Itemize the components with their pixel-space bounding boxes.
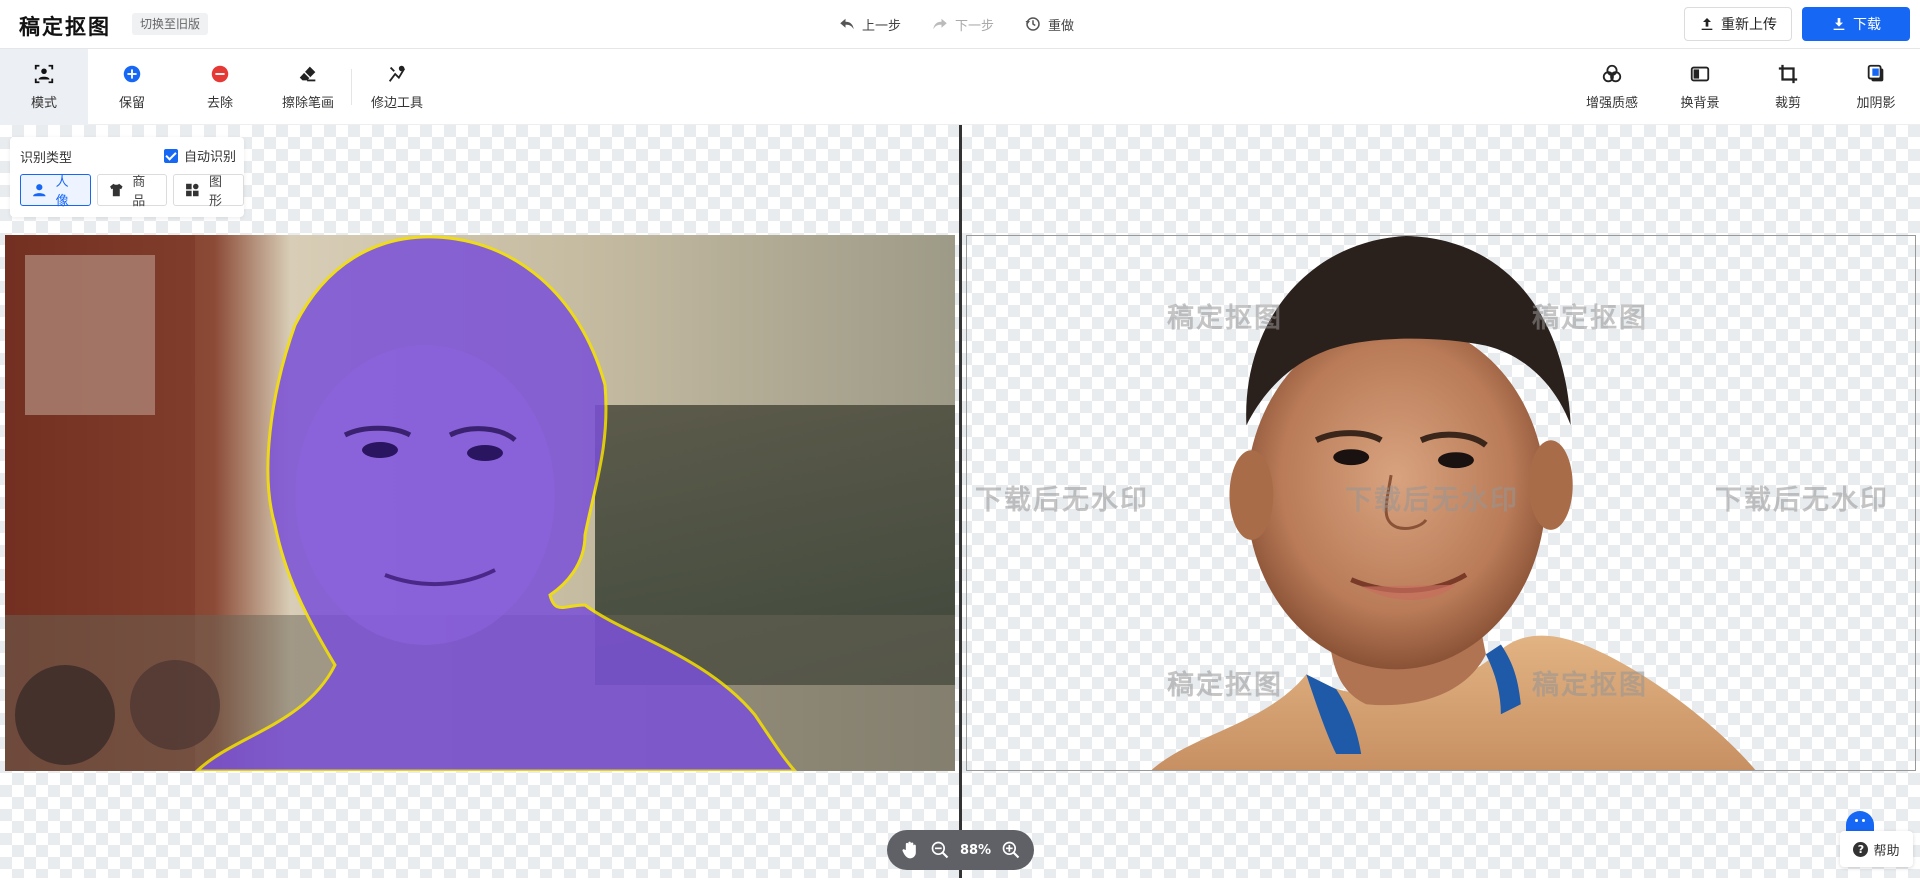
- redo-label: 下一步: [955, 18, 995, 34]
- crop-icon: [1778, 64, 1798, 84]
- type-portrait-button[interactable]: 人像: [20, 174, 91, 209]
- undo-button[interactable]: 上一步: [838, 13, 901, 35]
- tool-enhance-label: 增强质感: [1585, 96, 1638, 111]
- app-logo[interactable]: 稿定抠图: [19, 11, 111, 41]
- toolbar: 模式 保留 去除 擦除笔画 修边工具 增强质感 换背景 裁剪 加阴影: [0, 49, 1920, 125]
- redo-icon: [933, 18, 947, 30]
- history-controls: 上一步 下一步 重做: [838, 13, 1074, 35]
- redo-all-button[interactable]: 重做: [1024, 13, 1074, 35]
- shapes-icon: [186, 183, 199, 197]
- type-product-button[interactable]: 商品: [96, 174, 168, 209]
- watermark-brand: 稿定抠图: [1532, 670, 1648, 701]
- tool-remove[interactable]: 去除: [176, 49, 264, 125]
- type-graphic-label: 图形: [208, 175, 222, 209]
- tool-erase-stroke-label: 擦除笔画: [281, 96, 334, 111]
- download-label: 下载: [1853, 17, 1881, 33]
- tool-add-shadow[interactable]: 加阴影: [1832, 49, 1920, 125]
- hand-icon[interactable]: [900, 840, 920, 860]
- tool-change-background-label: 换背景: [1680, 96, 1720, 111]
- zoom-control: 88%: [887, 830, 1034, 870]
- mode-icon: [34, 64, 54, 84]
- undo-icon: [840, 18, 854, 30]
- tool-enhance[interactable]: 增强质感: [1568, 49, 1656, 125]
- upload-icon: [1701, 18, 1713, 30]
- shadow-icon: [1867, 64, 1884, 82]
- top-bar: 稿定抠图 切换至旧版 上一步 下一步 重做 重新上传 下载: [0, 0, 1920, 49]
- tool-edge-fix-label: 修边工具: [370, 96, 423, 111]
- type-graphic-button[interactable]: 图形: [173, 174, 245, 209]
- original-image[interactable]: [5, 235, 955, 771]
- switch-old-version-button[interactable]: 切换至旧版: [132, 13, 209, 35]
- recognition-type-title: 识别类型: [20, 151, 73, 166]
- tool-mode-label: 模式: [30, 96, 57, 111]
- checkbox-checked-icon[interactable]: [164, 148, 178, 163]
- type-portrait-label: 人像: [55, 175, 69, 209]
- edge-tool-icon: [388, 65, 406, 82]
- zoom-in-icon[interactable]: [1001, 840, 1021, 860]
- tool-crop-label: 裁剪: [1774, 96, 1801, 111]
- zoom-out-icon[interactable]: [930, 840, 950, 860]
- person-icon: [33, 184, 46, 197]
- download-icon: [1833, 18, 1845, 30]
- minus-circle-icon: [211, 65, 229, 83]
- tool-mode[interactable]: 模式: [0, 49, 88, 125]
- type-product-label: 商品: [132, 175, 146, 209]
- watermark-brand: 稿定抠图: [1167, 303, 1283, 334]
- watermark-notice: 下载后无水印: [1345, 485, 1519, 516]
- help-button[interactable]: ? 帮助: [1840, 831, 1913, 867]
- result-image[interactable]: 稿定抠图 稿定抠图 下载后无水印 下载后无水印 下载后无水印 稿定抠图 稿定抠图: [966, 235, 1916, 771]
- tool-keep-label: 保留: [118, 96, 145, 111]
- plus-circle-icon: [123, 65, 141, 83]
- tool-edge-fix[interactable]: 修边工具: [353, 49, 441, 125]
- zoom-level: 88%: [959, 842, 992, 858]
- tool-erase-stroke[interactable]: 擦除笔画: [264, 49, 352, 125]
- undo-label: 上一步: [862, 18, 902, 34]
- tool-keep[interactable]: 保留: [88, 49, 176, 125]
- shirt-icon: [109, 183, 123, 197]
- recognition-type-panel: 识别类型 自动识别 人像 商品 图形: [10, 137, 245, 217]
- download-button[interactable]: 下载: [1802, 7, 1910, 41]
- toolbar-separator: [351, 69, 352, 105]
- watermark-brand: 稿定抠图: [1167, 670, 1283, 701]
- redo-button[interactable]: 下一步: [931, 13, 994, 35]
- help-label: 帮助: [1873, 843, 1900, 859]
- question-icon: ?: [1853, 841, 1869, 857]
- enhance-icon: [1602, 64, 1622, 83]
- type-buttons: 人像 商品 图形: [20, 174, 245, 209]
- tool-change-background[interactable]: 换背景: [1656, 49, 1744, 125]
- auto-recognize-checkbox[interactable]: 自动识别: [164, 146, 236, 165]
- reupload-label: 重新上传: [1721, 17, 1777, 33]
- watermark-brand: 稿定抠图: [1532, 303, 1648, 334]
- auto-recognize-label: 自动识别: [184, 150, 237, 165]
- background-icon: [1690, 66, 1710, 82]
- reupload-button[interactable]: 重新上传: [1684, 7, 1792, 41]
- compare-divider[interactable]: [959, 125, 962, 878]
- history-icon: [1025, 17, 1040, 31]
- tool-add-shadow-label: 加阴影: [1856, 96, 1896, 111]
- watermark-notice: 下载后无水印: [1715, 485, 1889, 516]
- eraser-icon: [299, 66, 316, 82]
- tool-crop[interactable]: 裁剪: [1744, 49, 1832, 125]
- redo-all-label: 重做: [1048, 18, 1075, 34]
- tool-remove-label: 去除: [206, 96, 233, 111]
- watermark-notice: 下载后无水印: [975, 485, 1149, 516]
